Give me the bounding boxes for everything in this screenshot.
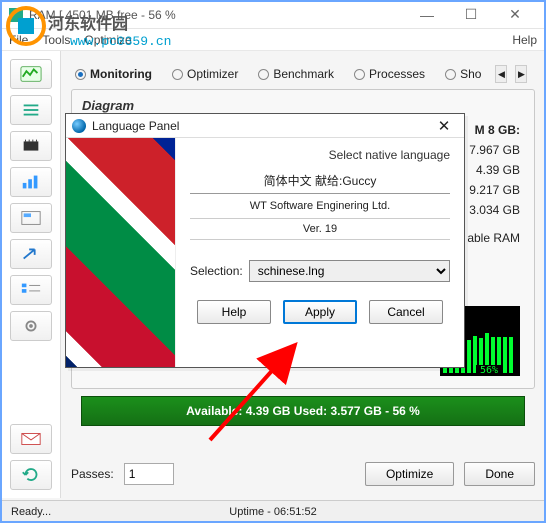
help-button[interactable]: Help [197,300,271,324]
maximize-button[interactable]: ☐ [449,2,493,28]
menu-optimize[interactable]: Optimize [84,33,131,47]
status-uptime: Uptime - 06:51:52 [229,506,316,518]
usage-pct: 56% [476,365,502,376]
bottom-controls: Passes: Optimize Done [71,460,535,488]
done-button[interactable]: Done [464,462,535,486]
window-title: RAM [ 4501 MB free - 56 % [29,8,405,22]
optimize-button[interactable]: Optimize [365,462,454,486]
vendor-label: WT Software Enginering Ltd. [190,200,450,212]
tool-chip-icon[interactable] [10,131,52,161]
left-toolbar [1,51,61,498]
tab-scroll-right[interactable]: ▶ [515,65,527,83]
ram-row: 3.034 GB [467,200,520,220]
flags-image [66,138,176,367]
dialog-close-button[interactable]: ✕ [430,117,458,135]
tool-arrow-icon[interactable] [10,239,52,269]
tab-scroll-left[interactable]: ◀ [495,65,507,83]
ram-able: able RAM [467,228,520,248]
tool-checklist-icon[interactable] [10,275,52,305]
radio-icon [258,69,269,80]
tab-shortcut[interactable]: Sho [439,65,487,83]
main-titlebar: RAM [ 4501 MB free - 56 % — ☐ ✕ [1,1,545,29]
tool-mail-icon[interactable] [10,424,52,454]
menu-tools[interactable]: Tools [42,33,70,47]
tool-monitor-icon[interactable] [10,59,52,89]
diagram-title: Diagram [82,98,524,113]
menubar: File Tools Optimize Help [1,29,545,51]
globe-icon [72,119,86,133]
ram-row: 4.39 GB [467,160,520,180]
tab-processes[interactable]: Processes [348,65,431,83]
menu-file[interactable]: File [9,33,28,47]
tab-optimizer[interactable]: Optimizer [166,65,244,83]
tool-process-icon[interactable] [10,203,52,233]
tool-gear-icon[interactable] [10,311,52,341]
tool-refresh-icon[interactable] [10,460,52,490]
dialog-title: Language Panel [92,119,179,133]
app-icon [9,8,23,22]
tool-chart-icon[interactable] [10,167,52,197]
apply-button[interactable]: Apply [283,300,357,324]
language-select[interactable]: schinese.lng [249,260,450,282]
radio-icon [75,69,86,80]
ram-stats: M 8 GB: 7.967 GB 4.39 GB 9.217 GB 3.034 … [467,120,520,248]
radio-icon [172,69,183,80]
menu-help[interactable]: Help [512,33,537,47]
cancel-button[interactable]: Cancel [369,300,443,324]
select-native-label: Select native language [190,148,450,162]
passes-input[interactable] [124,463,174,485]
radio-icon [445,69,456,80]
tab-strip: Monitoring Optimizer Benchmark Processes… [61,61,545,87]
ram-row: 9.217 GB [467,180,520,200]
ram-row: 7.967 GB [467,140,520,160]
version-label: Ver. 19 [190,218,450,240]
tab-monitoring[interactable]: Monitoring [69,65,158,83]
radio-icon [354,69,365,80]
ram-header: M 8 GB: [467,120,520,140]
dialog-titlebar[interactable]: Language Panel ✕ [66,114,464,138]
language-credit: 简体中文 献给:Guccy [190,172,450,194]
language-panel-dialog: Language Panel ✕ Select native language … [65,113,465,368]
passes-label: Passes: [71,467,114,481]
tool-list-icon[interactable] [10,95,52,125]
status-ready: Ready... [11,506,51,518]
tab-benchmark[interactable]: Benchmark [252,65,340,83]
statusbar: Ready... Uptime - 06:51:52 [1,500,545,522]
selection-label: Selection: [190,264,243,278]
available-bar: Available: 4.39 GB Used: 3.577 GB - 56 % [81,396,525,426]
minimize-button[interactable]: — [405,2,449,28]
close-button[interactable]: ✕ [493,2,537,28]
